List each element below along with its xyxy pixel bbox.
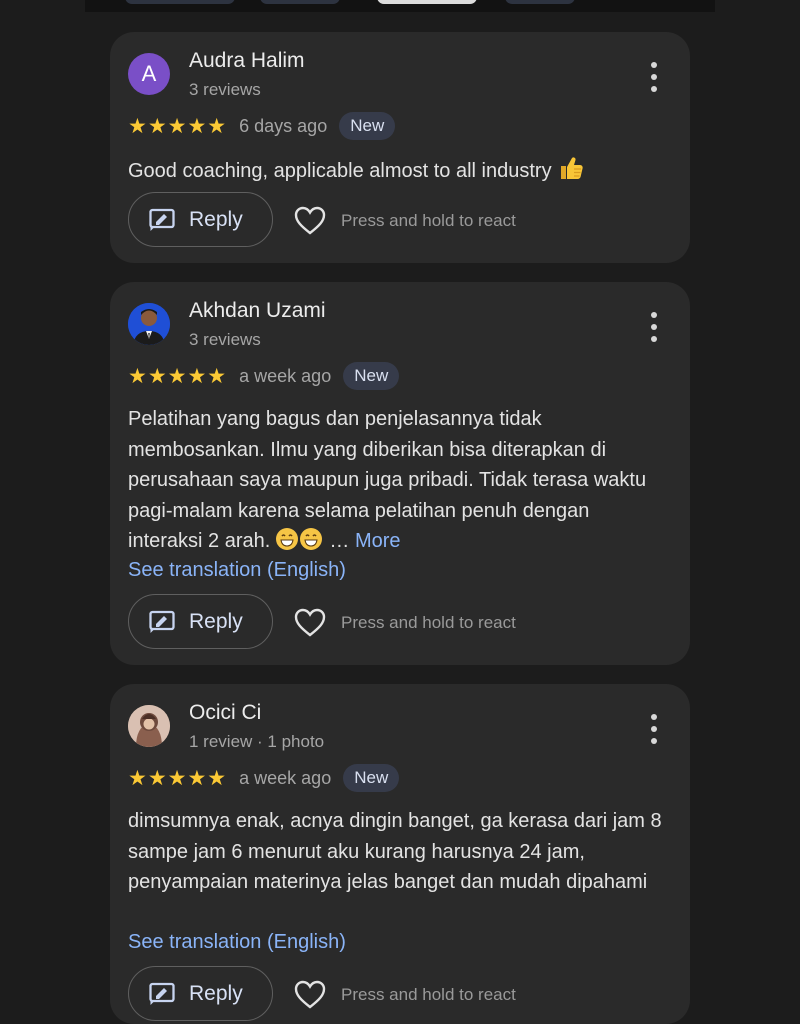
heart-icon[interactable]: [294, 608, 326, 638]
react-hint: Press and hold to react: [341, 211, 516, 230]
new-badge: New: [343, 764, 400, 792]
see-translation-link[interactable]: See translation (English): [128, 559, 346, 582]
review-text: Good coaching, applicable almost to all …: [128, 154, 668, 192]
ellipsis: …: [329, 530, 350, 552]
reply-icon: [149, 610, 175, 633]
more-options-icon[interactable]: [646, 714, 662, 744]
filter-chip[interactable]: [260, 0, 340, 4]
reply-label: Reply: [189, 609, 243, 633]
reply-label: Reply: [189, 981, 243, 1005]
filter-chip[interactable]: [505, 0, 575, 4]
review-text: dimsumnya enak, acnya dingin banget, ga …: [128, 806, 668, 898]
reply-label: Reply: [189, 207, 243, 231]
rating-row: ★★★★★ a week ago New: [128, 361, 400, 391]
rating-row: ★★★★★ 6 days ago New: [128, 111, 396, 141]
avatar[interactable]: A: [128, 53, 170, 95]
review-body: Good coaching, applicable almost to all …: [128, 160, 552, 182]
react-hint: Press and hold to react: [341, 985, 516, 1004]
star-rating: ★★★★★: [128, 766, 228, 790]
avatar[interactable]: [128, 705, 170, 747]
new-badge: New: [339, 112, 396, 140]
reviewer-meta: 3 reviews: [189, 330, 261, 349]
star-rating: ★★★★★: [128, 364, 228, 388]
heart-icon[interactable]: [294, 206, 326, 236]
new-badge: New: [343, 362, 400, 390]
reviewer-name[interactable]: Ocici Ci: [189, 701, 261, 725]
review-time: 6 days ago: [239, 115, 328, 136]
review-time: a week ago: [239, 767, 332, 788]
reviewer-name[interactable]: Audra Halim: [189, 49, 305, 73]
review-card: A Audra Halim 3 reviews ★★★★★ 6 days ago…: [110, 32, 690, 263]
more-options-icon[interactable]: [646, 312, 662, 342]
reply-button[interactable]: Reply: [128, 192, 273, 247]
star-rating: ★★★★★: [128, 114, 228, 138]
top-filter-bar: [85, 0, 715, 12]
react-hint: Press and hold to react: [341, 613, 516, 632]
filter-chip[interactable]: [125, 0, 235, 4]
see-translation-link[interactable]: See translation (English): [128, 931, 346, 954]
reviewer-meta: 1 review · 1 photo: [189, 732, 325, 751]
more-options-icon[interactable]: [646, 62, 662, 92]
review-card: Ocici Ci 1 review · 1 photo ★★★★★ a week…: [110, 684, 690, 1024]
reply-icon: [149, 982, 175, 1005]
reply-button[interactable]: Reply: [128, 594, 273, 649]
grinning-face-icon: [299, 528, 322, 550]
more-link[interactable]: More: [355, 530, 401, 552]
grinning-face-icon: [275, 528, 298, 550]
review-card: Akhdan Uzami 3 reviews ★★★★★ a week ago …: [110, 282, 690, 665]
filter-chip-active[interactable]: [377, 0, 477, 4]
reply-button[interactable]: Reply: [128, 966, 273, 1021]
review-text: Pelatihan yang bagus dan penjelasannya t…: [128, 404, 668, 557]
review-time: a week ago: [239, 365, 332, 386]
heart-icon[interactable]: [294, 980, 326, 1010]
avatar[interactable]: [128, 303, 170, 345]
review-body: dimsumnya enak, acnya dingin banget, ga …: [128, 810, 662, 893]
reviewer-name[interactable]: Akhdan Uzami: [189, 299, 326, 323]
reviewer-meta: 3 reviews: [189, 80, 261, 99]
rating-row: ★★★★★ a week ago New: [128, 763, 400, 793]
thumbs-up-icon: [557, 154, 585, 192]
reply-icon: [149, 208, 175, 231]
